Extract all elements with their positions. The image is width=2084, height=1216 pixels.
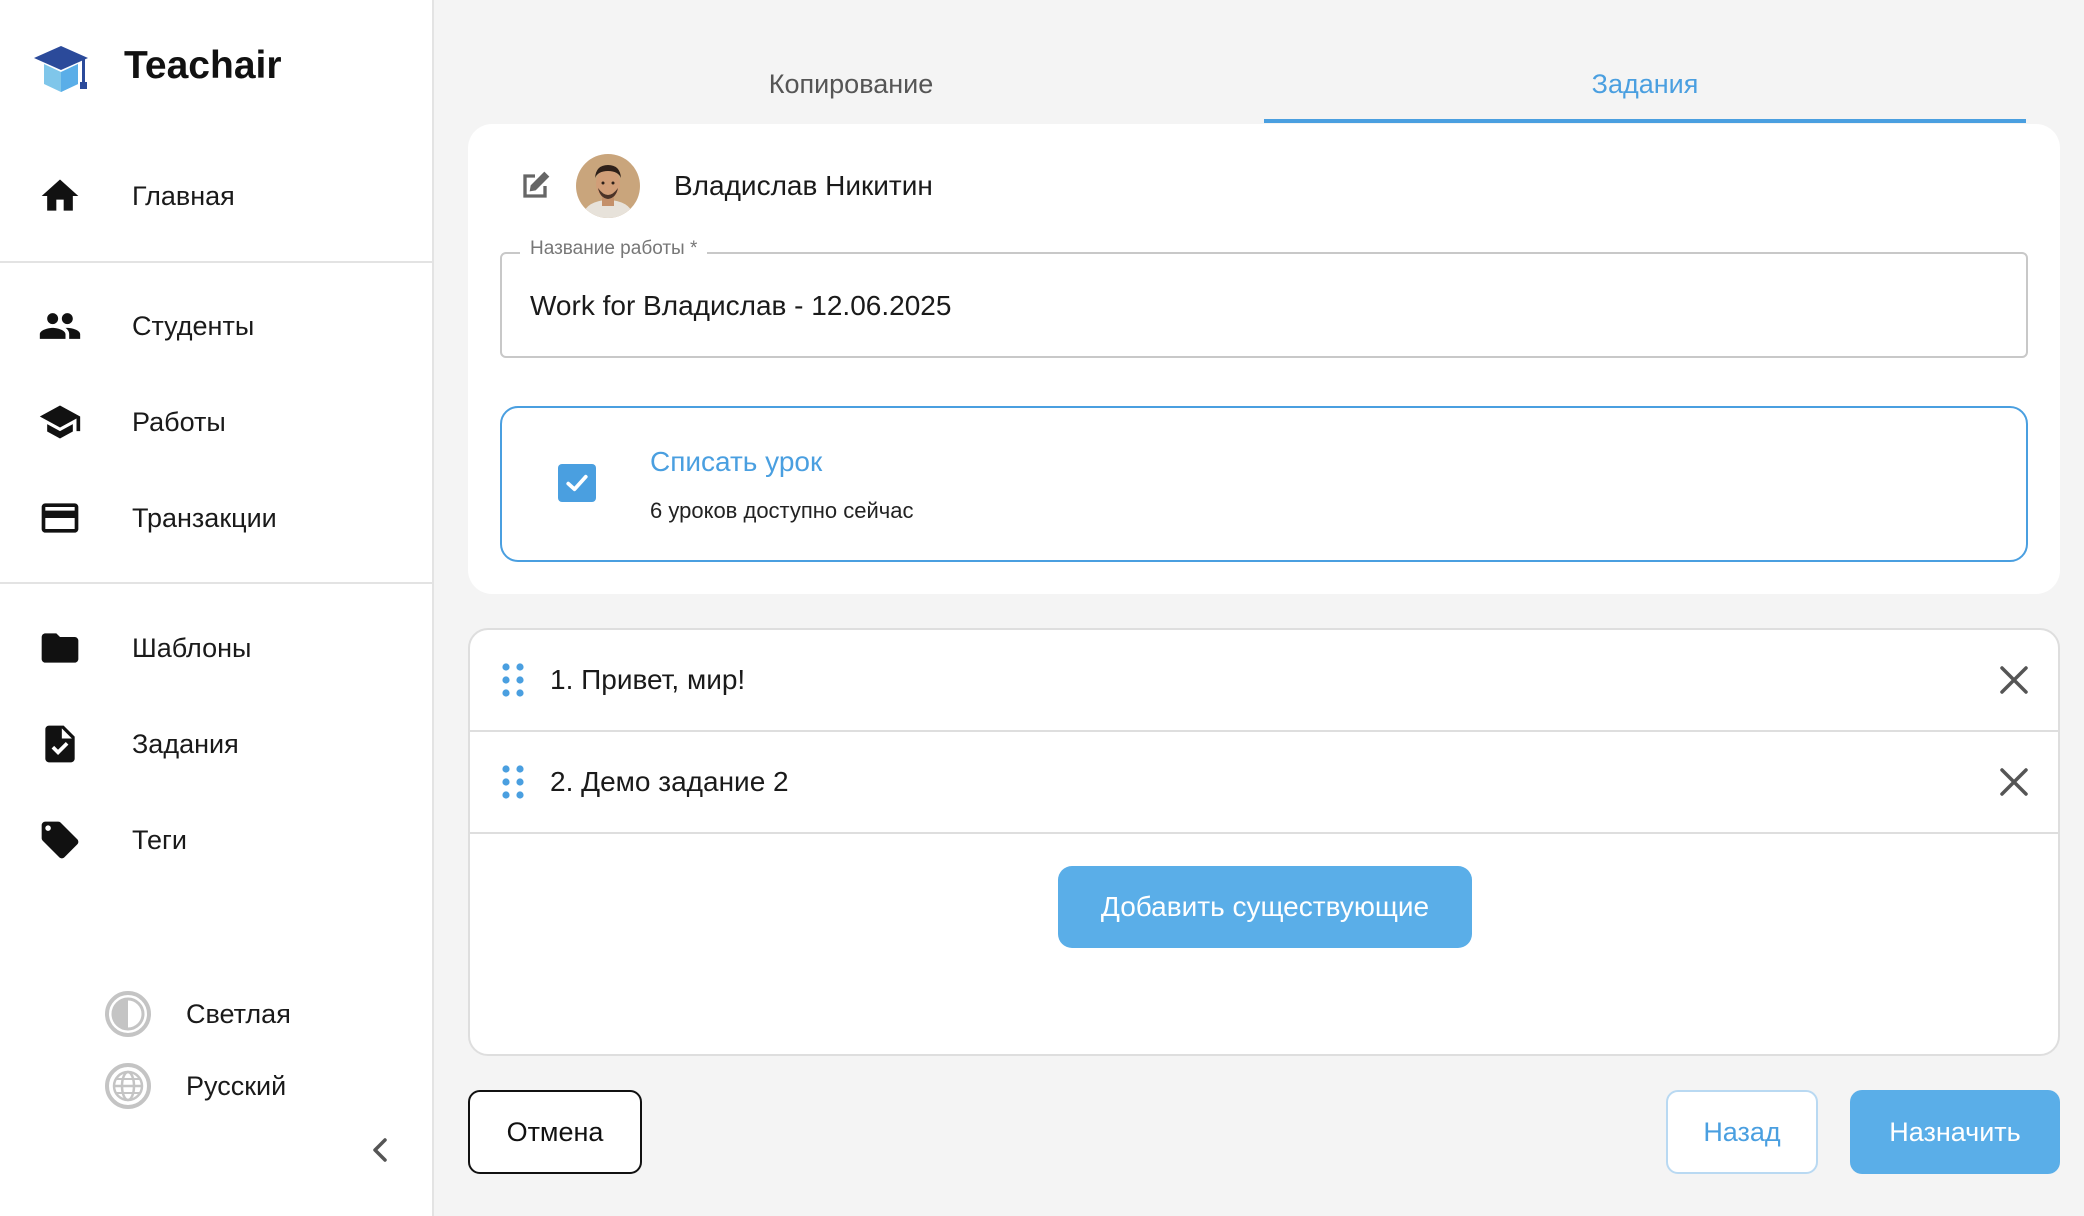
tab-bar: Копирование Задания [470, 44, 2030, 124]
student-name: Владислав Никитин [674, 170, 933, 201]
theme-toggle[interactable]: Светлая [104, 990, 291, 1038]
task-file-icon [36, 720, 84, 768]
sidebar-item-templates[interactable]: Шаблоны [0, 608, 432, 688]
edit-icon[interactable] [512, 163, 558, 209]
back-button[interactable]: Назад [1666, 1090, 1818, 1174]
language-label: Русский [186, 1070, 287, 1101]
work-name-label: Название работы * [520, 238, 708, 260]
add-existing-button[interactable]: Добавить существующие [1058, 866, 1472, 948]
graduation-cap-icon [36, 398, 84, 446]
sidebar-divider [0, 261, 432, 263]
sidebar-item-label: Шаблоны [132, 632, 252, 663]
folder-icon [36, 624, 84, 672]
write-off-lesson-checkbox[interactable] [558, 464, 596, 502]
sidebar-item-label: Теги [132, 824, 187, 855]
task-label: 2. Демо задание 2 [550, 766, 789, 797]
sidebar-item-students[interactable]: Студенты [0, 286, 432, 366]
globe-icon [105, 1063, 151, 1109]
credit-card-icon [36, 494, 84, 542]
language-selector[interactable]: Русский [104, 1062, 286, 1110]
work-name-field: Название работы * [500, 238, 2028, 358]
sidebar-divider [0, 582, 432, 584]
graduation-cap-logo-icon [34, 46, 88, 92]
contrast-icon [105, 991, 151, 1037]
sidebar-item-label: Работы [132, 406, 226, 437]
sidebar-item-label: Транзакции [132, 502, 277, 533]
app-name: Teachair [124, 44, 282, 87]
sidebar-item-label: Задания [132, 728, 239, 759]
close-icon [2000, 768, 2028, 796]
sidebar-item-label: Студенты [132, 310, 255, 341]
sidebar-item-home[interactable]: Главная [0, 156, 432, 236]
drag-handle-icon[interactable] [498, 660, 528, 700]
sidebar-item-transactions[interactable]: Транзакции [0, 478, 432, 558]
checkmark-icon [566, 474, 588, 492]
remove-task-button[interactable] [1994, 660, 2034, 700]
assignment-card: Владислав Никитин Название работы * Спис… [468, 124, 2060, 594]
sidebar-item-tags[interactable]: Теги [0, 800, 432, 880]
people-icon [36, 302, 84, 350]
sidebar-item-label: Главная [132, 180, 235, 211]
task-label: 1. Привет, мир! [550, 664, 746, 695]
lessons-available-text: 6 уроков доступно сейчас [650, 498, 914, 523]
task-row[interactable]: 1. Привет, мир! [470, 630, 2058, 732]
sidebar-item-works[interactable]: Работы [0, 382, 432, 462]
write-off-lesson-title: Списать урок [650, 446, 823, 477]
active-tab-indicator [1264, 119, 2026, 123]
app-logo[interactable]: Teachair [30, 36, 282, 96]
student-avatar [576, 154, 640, 218]
tab-tasks[interactable]: Задания [1264, 44, 2026, 124]
tag-icon [36, 816, 84, 864]
close-icon [2000, 666, 2028, 694]
cancel-button[interactable]: Отмена [468, 1090, 642, 1174]
student-row: Владислав Никитин [512, 154, 933, 218]
task-row[interactable]: 2. Демо задание 2 [470, 732, 2058, 834]
remove-task-button[interactable] [1994, 762, 2034, 802]
sidebar-item-tasks[interactable]: Задания [0, 704, 432, 784]
chevron-left-icon [373, 1138, 387, 1162]
work-name-input[interactable] [530, 284, 1990, 328]
drag-handle-icon[interactable] [498, 762, 528, 802]
tab-copying[interactable]: Копирование [470, 44, 1232, 124]
home-icon [36, 172, 84, 220]
write-off-lesson-option[interactable]: Списать урок 6 уроков доступно сейчас [500, 406, 2028, 562]
collapse-sidebar-button[interactable] [360, 1130, 400, 1170]
task-list: 1. Привет, мир! 2. Демо задание 2 Добави… [468, 628, 2060, 1056]
assign-button[interactable]: Назначить [1850, 1090, 2060, 1174]
theme-label: Светлая [186, 998, 291, 1029]
sidebar: Teachair Главная Студенты Работы Транзак… [0, 0, 434, 1216]
